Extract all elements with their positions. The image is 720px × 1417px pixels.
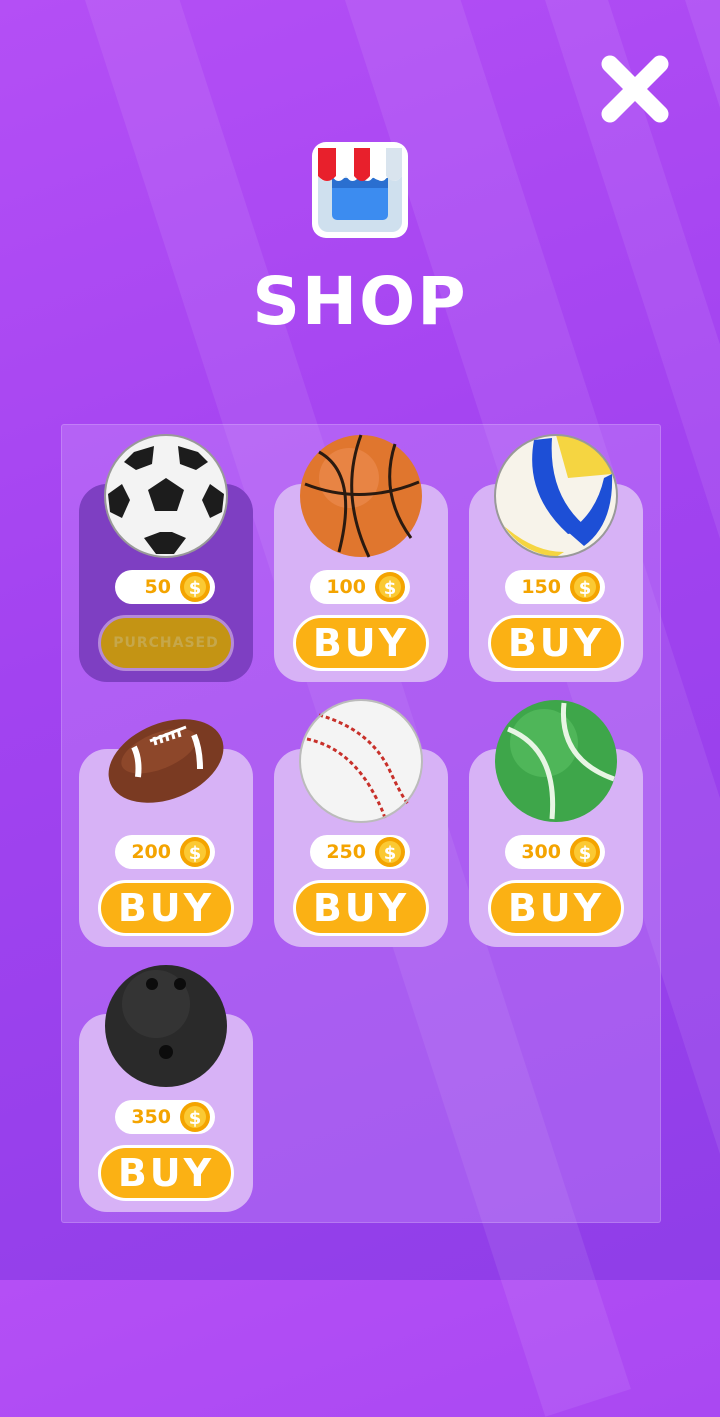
svg-text:$: $	[384, 843, 397, 864]
price-tag: 250 $	[310, 835, 410, 869]
svg-text:$: $	[384, 578, 397, 599]
close-icon[interactable]	[598, 52, 672, 126]
volleyball-icon	[494, 434, 618, 558]
price-value: 200	[131, 841, 171, 863]
basketball-icon	[300, 434, 422, 558]
soccer-ball-icon	[104, 434, 228, 558]
coin-icon: $	[180, 1102, 210, 1132]
coin-icon: $	[180, 837, 210, 867]
shop-item-tennis-ball[interactable]: 300 $ BUY	[469, 700, 643, 947]
shop-item-soccer-ball[interactable]: 50 $ PURCHASED	[79, 434, 253, 682]
shop-item-american-football[interactable]: 200 $ BUY	[79, 719, 253, 947]
page-title: SHOP	[252, 263, 468, 340]
price-tag: 100 $	[310, 570, 410, 604]
svg-text:$: $	[189, 843, 202, 864]
price-value: 300	[521, 841, 561, 863]
coin-icon: $	[570, 572, 600, 602]
price-value: 250	[326, 841, 366, 863]
buy-button[interactable]: BUY	[98, 880, 234, 936]
buy-button[interactable]: BUY	[488, 615, 624, 671]
price-tag: 200 $	[115, 835, 215, 869]
buy-button[interactable]: BUY	[293, 880, 429, 936]
bowling-ball-icon	[105, 965, 227, 1087]
coin-icon: $	[375, 837, 405, 867]
shop-item-baseball[interactable]: 250 $ BUY	[274, 699, 448, 947]
price-value: 150	[521, 576, 561, 598]
shop-item-basketball[interactable]: 100 $ BUY	[274, 434, 448, 682]
svg-text:$: $	[579, 843, 592, 864]
shop-item-bowling-ball[interactable]: 350 $ BUY	[79, 965, 253, 1212]
baseball-icon	[299, 699, 423, 823]
coin-icon: $	[570, 837, 600, 867]
price-tag: 150 $	[505, 570, 605, 604]
price-tag: 50 $	[115, 570, 215, 604]
svg-text:$: $	[189, 578, 202, 599]
american-football-icon	[108, 719, 224, 803]
buy-button[interactable]: BUY	[488, 880, 624, 936]
coin-icon: $	[180, 572, 210, 602]
svg-text:$: $	[189, 1108, 202, 1129]
tennis-ball-icon	[495, 700, 617, 822]
buy-button[interactable]: BUY	[293, 615, 429, 671]
item-grid-panel: 50 $ PURCHASED 100 $ BUY 150 $ BUY 200 $…	[61, 424, 661, 1223]
purchased-button[interactable]: PURCHASED	[98, 615, 234, 671]
coin-icon: $	[375, 572, 405, 602]
buy-button[interactable]: BUY	[98, 1145, 234, 1201]
shop-store-icon	[312, 142, 408, 238]
price-tag: 350 $	[115, 1100, 215, 1134]
price-value: 100	[326, 576, 366, 598]
price-value: 50	[144, 576, 171, 598]
svg-text:$: $	[579, 578, 592, 599]
shop-item-volleyball[interactable]: 150 $ BUY	[469, 434, 643, 682]
price-value: 350	[131, 1106, 171, 1128]
price-tag: 300 $	[505, 835, 605, 869]
